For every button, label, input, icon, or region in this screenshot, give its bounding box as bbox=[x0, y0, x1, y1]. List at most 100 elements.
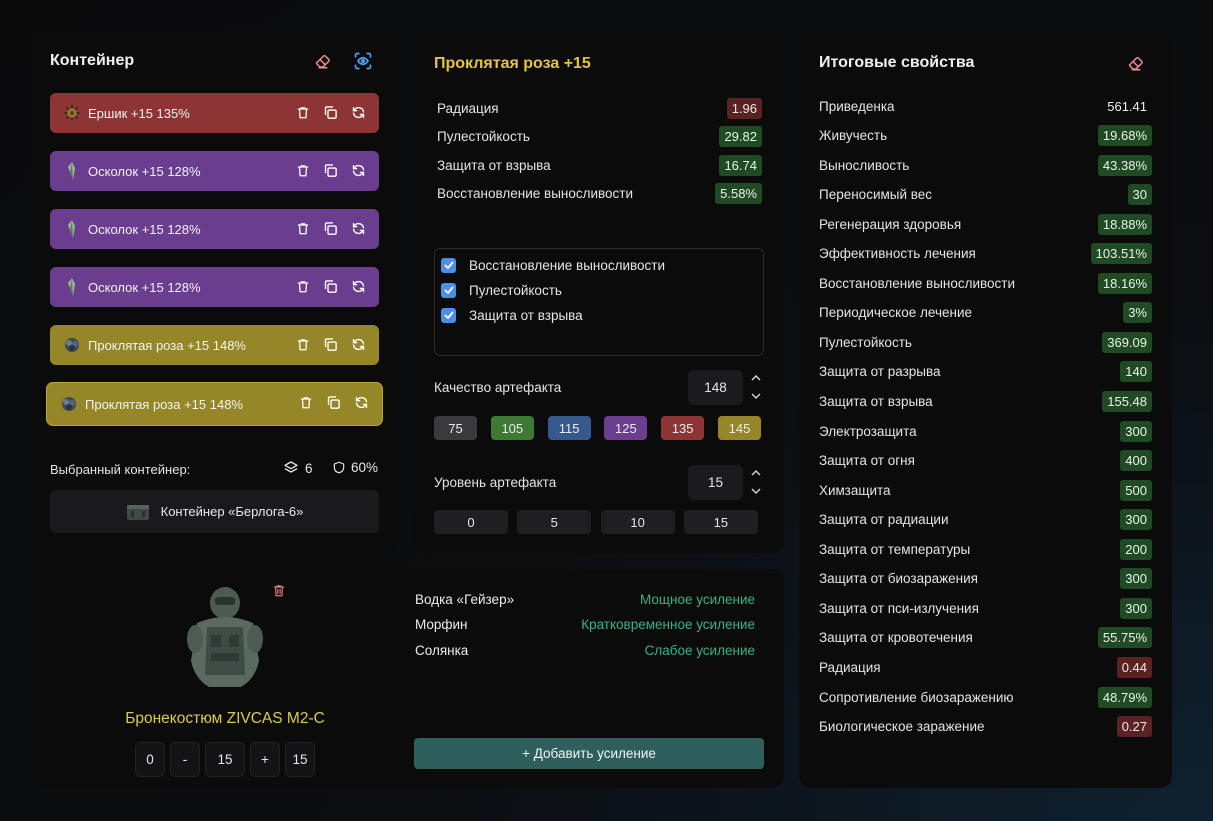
quality-preset-button[interactable]: 75 bbox=[434, 416, 477, 440]
container-title: Контейнер bbox=[50, 52, 135, 69]
checkbox[interactable] bbox=[441, 307, 456, 323]
stepper-max-button[interactable]: 15 bbox=[285, 742, 315, 777]
copy-icon[interactable] bbox=[325, 394, 342, 411]
property-value: 400 bbox=[1120, 450, 1152, 472]
trash-icon[interactable] bbox=[297, 394, 314, 411]
slots-indicator: 6 bbox=[283, 460, 313, 476]
level-preset-button[interactable]: 10 bbox=[600, 510, 675, 534]
armor-name: Бронекостюм ZIVCAS M2-C bbox=[125, 710, 325, 727]
artifact-stat-value: 29.82 bbox=[719, 126, 762, 147]
add-boost-button[interactable]: + Добавить усиление bbox=[414, 738, 764, 769]
property-row: Биологическое заражение 0.27 bbox=[819, 715, 1152, 739]
chevron-up-icon[interactable] bbox=[751, 468, 761, 479]
artifact-row-label: Проклятая роза +15 148% bbox=[88, 337, 246, 353]
property-name: Приведенка bbox=[819, 98, 895, 114]
trash-icon[interactable] bbox=[294, 278, 311, 295]
selected-container-label: Выбранный контейнер: bbox=[50, 462, 191, 477]
property-row: Защита от разрыва 140 bbox=[819, 360, 1152, 384]
boost-effect: Кратковременное усиление bbox=[581, 617, 755, 632]
artifact-row[interactable]: Проклятая роза +15 148% bbox=[50, 325, 379, 365]
refresh-icon[interactable] bbox=[350, 336, 367, 353]
trash-icon[interactable] bbox=[269, 580, 289, 600]
trash-icon[interactable] bbox=[294, 336, 311, 353]
property-value: 140 bbox=[1120, 361, 1152, 383]
chevron-down-icon[interactable] bbox=[751, 487, 761, 498]
artifact-row[interactable]: Осколок +15 128% bbox=[50, 209, 379, 249]
property-value: 0.27 bbox=[1116, 716, 1152, 738]
trash-icon[interactable] bbox=[294, 220, 311, 237]
artifact-stat-row: Защита от взрыва 16.74 bbox=[437, 154, 762, 176]
container-select-button[interactable]: Контейнер «Берлога-6» bbox=[50, 490, 379, 533]
quality-preset-button[interactable]: 115 bbox=[547, 416, 591, 440]
property-name: Периодическое лечение bbox=[819, 305, 972, 321]
artifact-row[interactable]: Осколок +15 128% bbox=[50, 267, 379, 307]
property-row: Защита от пси-излучения 300 bbox=[819, 596, 1152, 620]
level-preset-button[interactable]: 5 bbox=[517, 510, 592, 534]
quality-preset-button[interactable]: 125 bbox=[604, 416, 648, 440]
checkbox[interactable] bbox=[441, 257, 456, 273]
chevron-down-icon[interactable] bbox=[751, 392, 761, 403]
shard-artifact-icon bbox=[62, 161, 82, 181]
quality-input[interactable]: 148 bbox=[688, 370, 743, 405]
copy-icon[interactable] bbox=[322, 278, 339, 295]
boost-row: Водка «Гейзер» Мощное усиление bbox=[415, 589, 755, 609]
stepper-value-input[interactable]: 15 bbox=[205, 742, 245, 777]
stepper-minus-button[interactable]: - bbox=[170, 742, 200, 777]
property-name: Восстановление выносливости bbox=[819, 275, 1016, 291]
stepper-plus-button[interactable]: + bbox=[250, 742, 280, 777]
stat-checkbox-row[interactable]: Восстановление выносливости bbox=[441, 255, 665, 275]
level-preset-button[interactable]: 15 bbox=[683, 510, 758, 534]
level-input[interactable]: 15 bbox=[688, 465, 743, 500]
artifact-row-label: Осколок +15 128% bbox=[88, 221, 201, 237]
artifact-row-actions bbox=[294, 336, 367, 353]
eraser-icon[interactable] bbox=[1126, 53, 1146, 73]
copy-icon[interactable] bbox=[322, 220, 339, 237]
artifact-stat-name: Пулестойкость bbox=[437, 129, 530, 144]
refresh-icon[interactable] bbox=[350, 104, 367, 121]
container-box-icon bbox=[126, 502, 150, 522]
property-row: Эффективность лечения 103.51% bbox=[819, 242, 1152, 266]
trash-icon[interactable] bbox=[294, 162, 311, 179]
artifact-title: Проклятая роза +15 bbox=[434, 55, 591, 72]
eye-scan-icon[interactable] bbox=[353, 51, 373, 71]
stat-checkbox-row[interactable]: Защита от взрыва bbox=[441, 305, 583, 325]
artifact-row[interactable]: Проклятая роза +15 148% bbox=[47, 383, 382, 425]
refresh-icon[interactable] bbox=[353, 394, 370, 411]
property-row: Химзащита 500 bbox=[819, 478, 1152, 502]
shard-artifact-icon bbox=[62, 277, 82, 297]
container-name: Контейнер «Берлога-6» bbox=[160, 504, 304, 519]
quality-spinner[interactable] bbox=[749, 373, 763, 403]
checkbox[interactable] bbox=[441, 282, 456, 298]
checkbox-label: Восстановление выносливости bbox=[469, 257, 666, 273]
chevron-up-icon[interactable] bbox=[751, 373, 761, 384]
level-preset-button[interactable]: 0 bbox=[434, 510, 508, 534]
property-name: Биологическое заражение bbox=[819, 719, 985, 735]
property-name: Живучесть bbox=[819, 128, 888, 144]
refresh-icon[interactable] bbox=[350, 278, 367, 295]
artifact-row[interactable]: Ершик +15 135% bbox=[50, 93, 379, 133]
shield-icon bbox=[332, 460, 346, 475]
refresh-icon[interactable] bbox=[350, 162, 367, 179]
copy-icon[interactable] bbox=[322, 336, 339, 353]
copy-icon[interactable] bbox=[322, 162, 339, 179]
quality-preset-button[interactable]: 145 bbox=[718, 416, 761, 440]
artifact-row[interactable]: Осколок +15 128% bbox=[50, 151, 379, 191]
property-value: 18.16% bbox=[1097, 272, 1152, 294]
refresh-icon[interactable] bbox=[350, 220, 367, 237]
quality-preset-button[interactable]: 135 bbox=[661, 416, 705, 440]
level-spinner[interactable] bbox=[749, 468, 763, 498]
trash-icon[interactable] bbox=[294, 104, 311, 121]
stepper-min-button[interactable]: 0 bbox=[135, 742, 165, 777]
property-name: Выносливость bbox=[819, 157, 910, 173]
armor-image bbox=[185, 583, 265, 695]
properties-title: Итоговые свойства bbox=[819, 54, 975, 71]
boost-effect: Слабое усиление bbox=[644, 642, 755, 658]
property-value: 19.68% bbox=[1097, 125, 1152, 147]
property-name: Эффективность лечения bbox=[819, 246, 976, 262]
property-value: 300 bbox=[1120, 568, 1152, 590]
property-name: Радиация bbox=[819, 659, 881, 675]
quality-preset-button[interactable]: 105 bbox=[490, 416, 534, 440]
eraser-icon[interactable] bbox=[313, 51, 333, 71]
copy-icon[interactable] bbox=[322, 104, 339, 121]
stat-checkbox-row[interactable]: Пулестойкость bbox=[441, 280, 562, 300]
